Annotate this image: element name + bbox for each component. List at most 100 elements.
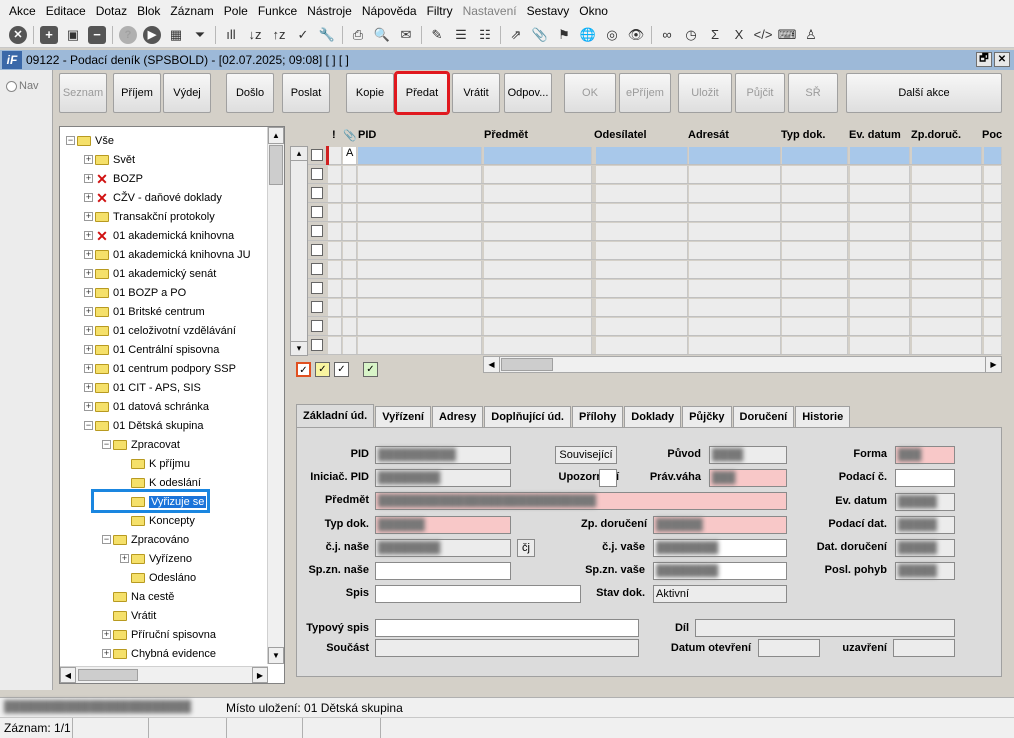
checkbox-filter-1[interactable]: ✓ — [296, 362, 311, 377]
save-icon[interactable]: ▣ — [64, 26, 82, 44]
dil-field[interactable] — [695, 619, 955, 637]
external-link-icon[interactable]: ⇗ — [507, 26, 525, 44]
tree-node[interactable]: + Svět — [84, 150, 135, 169]
menu-item[interactable]: Pole — [219, 0, 253, 22]
tree-node[interactable]: + ✕ 01 akademická knihovna — [84, 226, 234, 245]
spzn-nase-field[interactable] — [375, 562, 511, 580]
tree-node[interactable]: +01 centrum podpory SSP — [84, 359, 236, 378]
tree-node[interactable]: +01 CIT - APS, SIS — [84, 378, 201, 397]
tree-node[interactable]: +01 Centrální spisovna — [84, 340, 219, 359]
tree-node[interactable]: − 01 Dětská skupina — [84, 416, 204, 435]
compass-icon[interactable]: ◎ — [603, 26, 621, 44]
column-header[interactable]: Předmět — [484, 126, 528, 144]
tree-node[interactable]: K příjmu — [120, 454, 190, 473]
expand-icon[interactable]: + — [84, 155, 93, 164]
spzn-vase-field[interactable]: ████████ — [653, 562, 787, 580]
excel-icon[interactable]: X — [730, 26, 748, 44]
column-header[interactable]: ! — [332, 126, 336, 144]
row-checkbox[interactable] — [311, 168, 323, 180]
action-button-ok[interactable]: OK — [564, 73, 616, 113]
menu-item[interactable]: Filtry — [422, 0, 458, 22]
glasses-icon[interactable]: ∞ — [658, 26, 676, 44]
table-row[interactable] — [308, 317, 1002, 336]
tree-node[interactable]: − Zpracováno — [102, 530, 189, 549]
action-button-v-dej[interactable]: Výdej — [163, 73, 211, 113]
scroll-down-icon[interactable]: ▾ — [291, 341, 307, 355]
row-checkbox[interactable] — [311, 301, 323, 313]
expand-icon[interactable]: + — [102, 649, 111, 658]
signpost-icon[interactable]: ⚑ — [555, 26, 573, 44]
tree-node[interactable]: +01 akademický senát — [84, 264, 216, 283]
row-checkbox[interactable] — [311, 225, 323, 237]
tree-node[interactable]: − Zpracovat — [102, 435, 180, 454]
column-header[interactable]: PID — [358, 126, 376, 144]
action-button-vr-tit[interactable]: Vrátit — [452, 73, 500, 113]
remove-icon[interactable]: − — [88, 25, 106, 44]
table-row[interactable] — [308, 279, 1002, 298]
nav-radio[interactable]: Nav — [6, 80, 39, 92]
eye-icon[interactable]: 👁 — [627, 26, 645, 44]
podaci-dat-field[interactable]: █████ — [895, 516, 955, 534]
action-button-odpov-[interactable]: Odpov... — [504, 73, 552, 113]
action-button-p-edat[interactable]: Předat — [394, 71, 450, 115]
expand-icon[interactable]: + — [102, 630, 111, 639]
table-row[interactable] — [308, 203, 1002, 222]
podaci-c-field[interactable] — [895, 469, 955, 487]
action-button-p-j-it[interactable]: Půjčit — [735, 73, 785, 113]
checkbox-filter-4[interactable]: ✓ — [363, 362, 378, 377]
action-button-seznam[interactable]: Seznam — [59, 73, 107, 113]
table-row[interactable] — [308, 241, 1002, 260]
row-checkbox[interactable] — [311, 149, 323, 161]
expand-icon[interactable]: + — [84, 250, 93, 259]
expand-icon[interactable]: + — [84, 402, 93, 411]
table-row[interactable] — [308, 184, 1002, 203]
collapse-icon[interactable]: − — [102, 535, 111, 544]
row-checkbox[interactable] — [311, 339, 323, 351]
iniciac-pid-field[interactable]: ████████ — [375, 469, 511, 487]
table-row[interactable] — [308, 165, 1002, 184]
table-row[interactable] — [308, 336, 1002, 355]
expand-icon[interactable]: + — [84, 231, 93, 240]
wrench-icon[interactable]: 🔧 — [318, 26, 336, 44]
tree-node[interactable]: + Příruční spisovna — [102, 625, 216, 644]
filter-icon[interactable]: ⏷ — [191, 26, 209, 44]
menu-item[interactable]: Akce — [4, 0, 41, 22]
scroll-left-icon[interactable]: ◀ — [484, 357, 500, 372]
row-checkbox[interactable] — [311, 320, 323, 332]
clock-icon[interactable]: ◷ — [682, 26, 700, 44]
checkbox-filter-2[interactable]: ✓ — [315, 362, 330, 377]
tree-node[interactable]: + Transakční protokoly — [84, 207, 215, 226]
tab-historie[interactable]: Historie — [795, 406, 851, 427]
grid-row-scrollbar[interactable]: ▴ ▾ — [290, 146, 308, 356]
menu-item[interactable]: Záznam — [165, 0, 218, 22]
scroll-thumb[interactable] — [78, 669, 138, 681]
grid-horizontal-scrollbar[interactable]: ◀ ▶ — [483, 356, 1002, 373]
table-row[interactable] — [308, 222, 1002, 241]
column-header[interactable]: Ev. datum — [849, 126, 901, 144]
menu-item[interactable]: Blok — [132, 0, 165, 22]
expand-icon[interactable]: + — [84, 193, 93, 202]
globe-icon[interactable]: 🌐 — [579, 26, 597, 44]
tree-node[interactable]: Vrátit — [102, 606, 156, 625]
tree-node[interactable]: +01 celoživotní vzdělávání — [84, 321, 236, 340]
column-header[interactable]: Poc — [982, 126, 1002, 144]
datum-otevreni-field[interactable] — [758, 639, 820, 657]
expand-icon[interactable]: + — [84, 345, 93, 354]
menu-item[interactable]: Dotaz — [91, 0, 132, 22]
action-button-p-jem[interactable]: Příjem — [113, 73, 161, 113]
tree-node[interactable]: + Vyřízeno — [120, 549, 192, 568]
expand-icon[interactable]: + — [84, 174, 93, 183]
scroll-right-icon[interactable]: ▶ — [985, 357, 1001, 372]
code-file-icon[interactable]: </> — [754, 26, 773, 44]
expand-icon[interactable]: + — [84, 383, 93, 392]
row-checkbox[interactable] — [311, 187, 323, 199]
checklist-icon[interactable]: ☷ — [476, 26, 494, 44]
expand-icon[interactable]: + — [84, 269, 93, 278]
tab-doru-en-[interactable]: Doručení — [732, 406, 795, 427]
puvod-field[interactable]: ████ — [709, 446, 787, 464]
expand-icon[interactable]: + — [84, 364, 93, 373]
row-checkbox[interactable] — [311, 206, 323, 218]
column-header[interactable]: Typ dok. — [781, 126, 825, 144]
table-row[interactable]: A — [308, 146, 1002, 165]
restore-icon[interactable]: 🗗 — [976, 52, 992, 67]
